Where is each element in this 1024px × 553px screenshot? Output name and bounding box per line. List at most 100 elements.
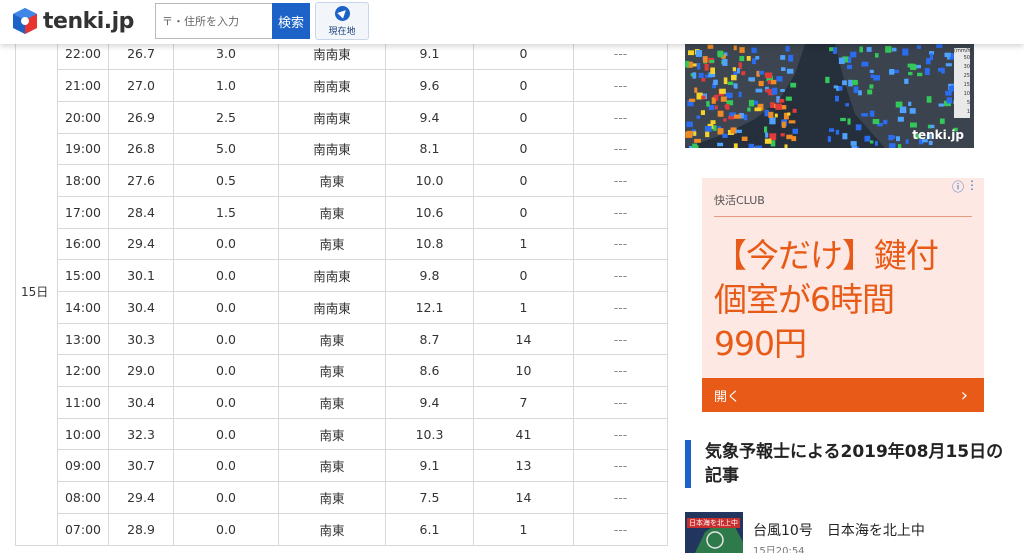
article-title[interactable]: 台風10号 日本海を北上中 bbox=[753, 520, 925, 540]
radar-cell bbox=[833, 85, 838, 89]
ad-open-button[interactable]: 開く › bbox=[702, 378, 984, 412]
cell-sun: 0 bbox=[473, 101, 574, 134]
radar-legend-value: 10 bbox=[963, 91, 970, 97]
cell-wind-dir: 南南東 bbox=[278, 291, 386, 324]
cell-temp: 26.9 bbox=[108, 101, 174, 134]
rain-radar-map[interactable]: (mm/h) 50 30 25 15 10 5 1 tenki.jp bbox=[685, 44, 974, 148]
cell-wind-speed: 9.4 bbox=[385, 101, 474, 134]
radar-cell bbox=[713, 79, 718, 85]
radar-cell bbox=[723, 118, 727, 122]
radar-cell bbox=[727, 81, 734, 85]
cell-wind-speed: 7.5 bbox=[385, 481, 474, 514]
radar-legend-value: 5 bbox=[966, 100, 970, 106]
radar-cell bbox=[719, 88, 726, 94]
radar-cell bbox=[743, 114, 748, 121]
date-cell: 15日 bbox=[15, 38, 58, 546]
cell-precip: 0.0 bbox=[173, 323, 279, 356]
cell-precip: 0.0 bbox=[173, 418, 279, 451]
radar-cell bbox=[717, 50, 723, 57]
radar-cell bbox=[891, 47, 897, 52]
radar-cell bbox=[694, 87, 698, 93]
radar-cell bbox=[774, 113, 778, 118]
radar-cell bbox=[869, 110, 875, 117]
cell-temp: 30.3 bbox=[108, 323, 174, 356]
radar-cell bbox=[686, 121, 693, 128]
cell-sun: 41 bbox=[473, 418, 574, 451]
radar-cell bbox=[845, 103, 849, 107]
ad-divider bbox=[714, 216, 972, 217]
cell-time: 13:00 bbox=[57, 323, 109, 356]
cell-snow: --- bbox=[573, 323, 668, 356]
radar-logo: tenki.jp bbox=[912, 128, 964, 142]
radar-cell bbox=[758, 80, 764, 87]
cell-wind-speed: 10.0 bbox=[385, 164, 474, 197]
cell-temp: 32.3 bbox=[108, 418, 174, 451]
cell-time: 15:00 bbox=[57, 259, 109, 292]
radar-cell bbox=[748, 143, 754, 148]
radar-cell bbox=[770, 102, 775, 108]
radar-cell bbox=[692, 143, 698, 148]
radar-cell bbox=[710, 67, 715, 74]
table-row: 14:00 30.4 0.0 南南東 12.1 1 --- bbox=[16, 291, 668, 324]
current-location-button[interactable]: 現在地 bbox=[315, 2, 369, 40]
radar-cell bbox=[842, 133, 848, 140]
cell-precip: 0.0 bbox=[173, 228, 279, 261]
radar-cell bbox=[785, 46, 790, 52]
cell-snow: --- bbox=[573, 449, 668, 483]
radar-cell bbox=[722, 59, 728, 66]
radar-cell bbox=[861, 61, 869, 67]
radar-cell bbox=[709, 59, 715, 63]
radar-cell bbox=[897, 144, 902, 148]
radar-cell bbox=[792, 128, 798, 134]
radar-cell bbox=[695, 50, 702, 57]
radar-cell bbox=[917, 72, 923, 77]
radar-cell bbox=[781, 121, 786, 128]
ad-menu-icon[interactable]: ⋮ bbox=[966, 178, 978, 192]
search-button[interactable]: 検索 bbox=[272, 3, 310, 39]
radar-cell bbox=[769, 117, 776, 125]
radar-cell bbox=[730, 127, 737, 134]
cell-time: 17:00 bbox=[57, 196, 109, 229]
radar-cell bbox=[720, 96, 727, 102]
radar-cell bbox=[733, 83, 738, 88]
radar-cell bbox=[866, 47, 872, 52]
radar-cell bbox=[685, 60, 689, 68]
article-item[interactable]: 日本海を北上中 台風10号 日本海を北上中 15日20:54 bbox=[685, 512, 1005, 553]
ad-info-icon[interactable]: ⓘ bbox=[952, 178, 964, 195]
radar-cell bbox=[780, 133, 785, 137]
cell-precip: 5.0 bbox=[173, 133, 279, 166]
cell-time: 21:00 bbox=[57, 69, 109, 102]
cell-precip: 0.0 bbox=[173, 449, 279, 483]
cell-time: 16:00 bbox=[57, 228, 109, 261]
radar-cell bbox=[784, 144, 788, 148]
radar-cell bbox=[870, 74, 875, 78]
cell-time: 11:00 bbox=[57, 386, 109, 419]
cell-wind-speed: 9.1 bbox=[385, 449, 474, 483]
radar-cell bbox=[929, 53, 933, 61]
radar-cell bbox=[767, 80, 771, 85]
cell-wind-dir: 南南東 bbox=[278, 133, 386, 166]
radar-cell bbox=[688, 50, 694, 56]
cell-wind-dir: 南東 bbox=[278, 354, 386, 388]
cell-temp: 29.0 bbox=[108, 354, 174, 388]
radar-cell bbox=[710, 120, 716, 125]
cell-temp: 30.1 bbox=[108, 259, 174, 292]
radar-cell bbox=[944, 52, 951, 58]
cell-time: 14:00 bbox=[57, 291, 109, 324]
radar-cell bbox=[754, 107, 762, 112]
table-row: 13:00 30.3 0.0 南東 8.7 14 --- bbox=[16, 323, 668, 356]
radar-cell bbox=[888, 134, 894, 141]
cell-temp: 30.7 bbox=[108, 449, 174, 483]
cell-wind-speed: 9.8 bbox=[385, 259, 474, 292]
radar-cell bbox=[765, 89, 772, 93]
radar-cell bbox=[924, 68, 930, 75]
radar-cell bbox=[874, 141, 878, 146]
radar-cell bbox=[847, 118, 851, 125]
radar-cell bbox=[706, 101, 710, 107]
cell-snow: --- bbox=[573, 513, 668, 546]
radar-cell bbox=[747, 107, 751, 112]
advertisement[interactable]: ⓘ ⋮ 快活CLUB 【今だけ】鍵付 個室が6時間 990円 開く › bbox=[702, 178, 984, 412]
site-logo[interactable]: tenki.jp bbox=[12, 6, 134, 36]
articles-section-title: 気象予報士による2019年08月15日の記事 bbox=[685, 440, 1005, 488]
radar-cell bbox=[739, 56, 745, 62]
